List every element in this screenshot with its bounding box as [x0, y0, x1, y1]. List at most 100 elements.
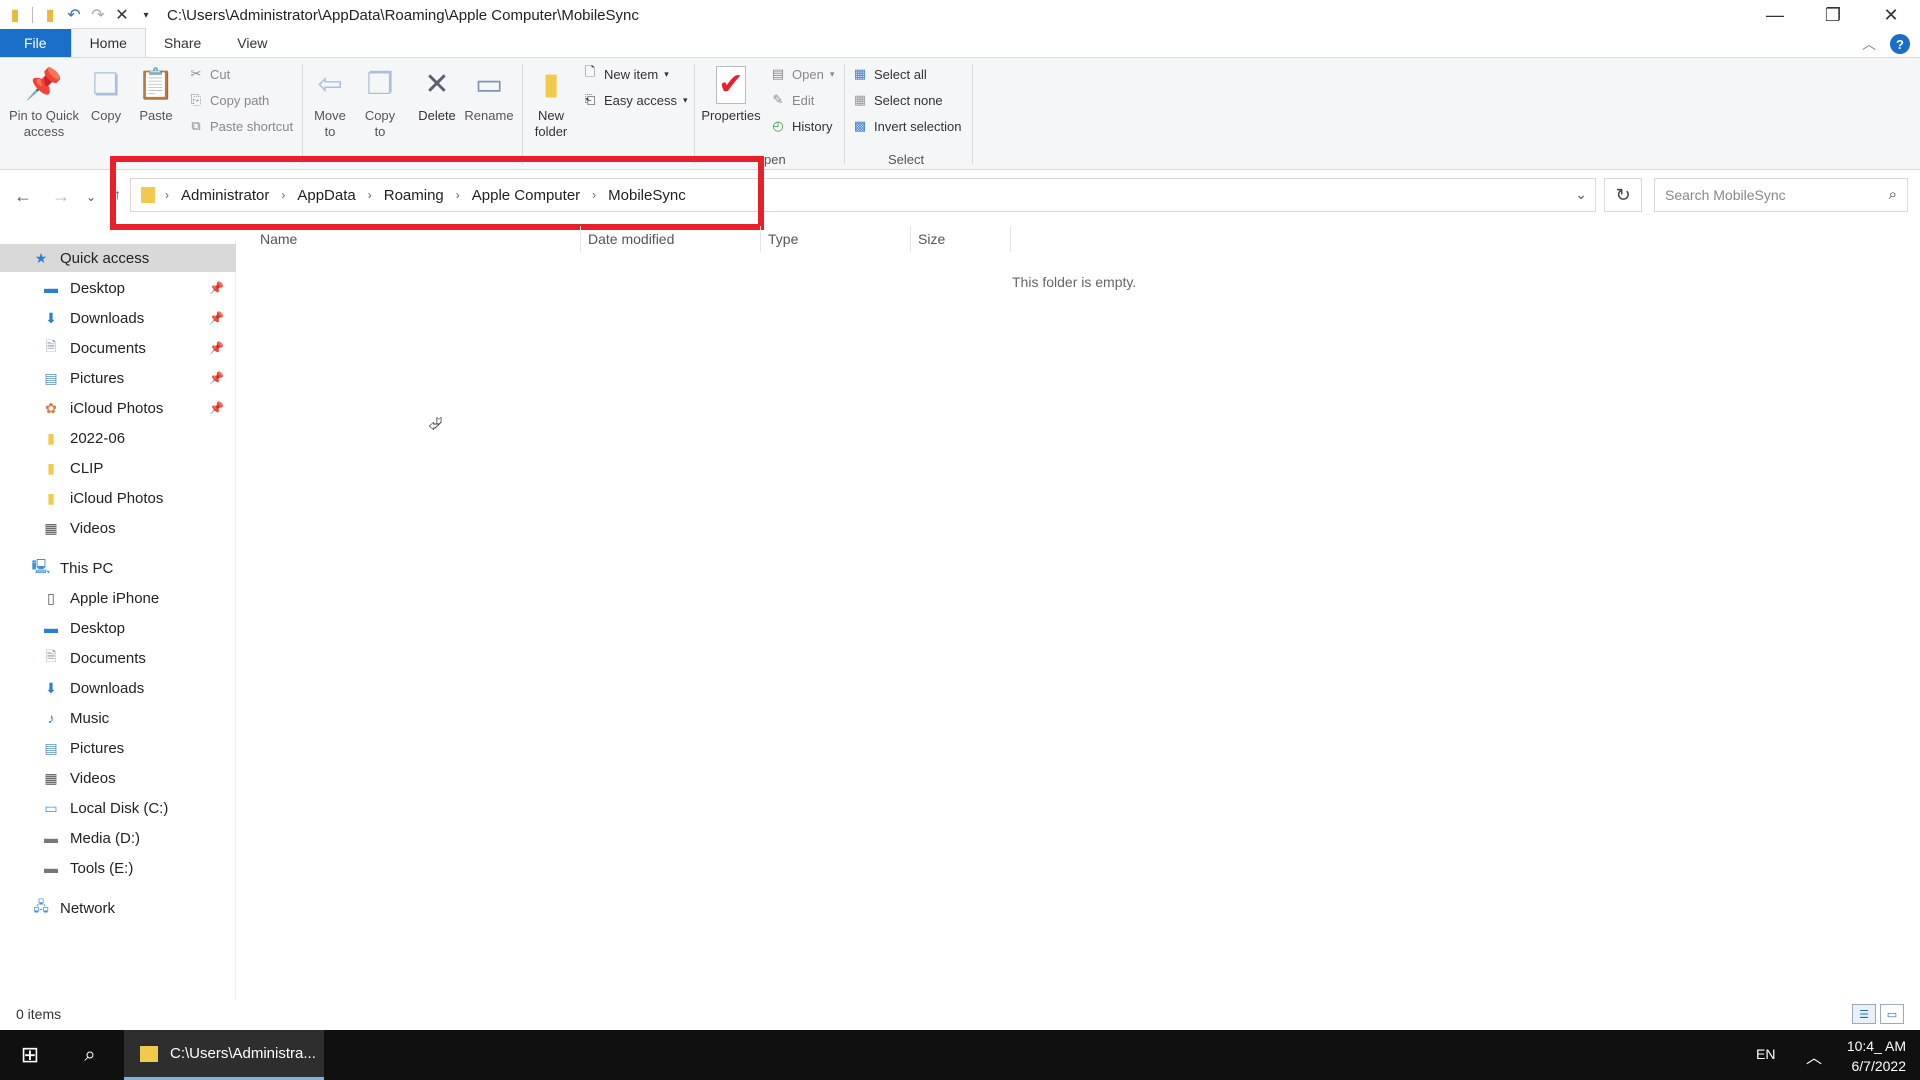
paste-button[interactable]: 📋 Paste: [136, 66, 176, 124]
nav-item[interactable]: ▤ Pictures: [0, 734, 236, 762]
new-folder-label: New folder: [534, 108, 568, 139]
paste-shortcut-button[interactable]: ⧉ Paste shortcut: [188, 118, 293, 134]
minimize-button[interactable]: —: [1746, 0, 1804, 30]
chevron-up-icon[interactable]: ︿: [1806, 1044, 1822, 1068]
nav-item[interactable]: ▮ CLIP: [0, 454, 236, 482]
new-item-button[interactable]: 🗋 New item ▾: [582, 64, 669, 82]
search-input[interactable]: Search MobileSync ⌕: [1654, 178, 1908, 212]
nav-item[interactable]: ▬ Media (D:): [0, 824, 236, 852]
copy-button[interactable]: ❏ Copy: [86, 66, 126, 124]
nav-label: Network: [60, 899, 116, 917]
nav-item[interactable]: ▮ 2022-06: [0, 424, 236, 452]
title-bar: ▮ ▮ ↶ ↷ ✕ ▾ C:\Users\Administrator\AppDa…: [0, 0, 1920, 30]
pin-icon[interactable]: 📌: [209, 281, 224, 295]
column-header-date-modified[interactable]: Date modified: [588, 226, 674, 252]
nav-item[interactable]: 🗎 Documents: [0, 644, 236, 672]
nav-network[interactable]: 🖧 Network: [0, 894, 236, 922]
large-icons-view-icon[interactable]: ▭: [1880, 1004, 1904, 1024]
select-all-button[interactable]: ▦ Select all: [852, 66, 927, 82]
chevron-down-icon[interactable]: ⌄: [1575, 186, 1587, 203]
copy-path-button[interactable]: ⎘ Copy path: [188, 92, 269, 108]
music-icon: ♪: [47, 710, 55, 726]
close-button[interactable]: ✕: [1862, 0, 1920, 30]
nav-item[interactable]: ⬇ Downloads: [0, 674, 236, 702]
taskbar-app-explorer[interactable]: C:\Users\Administra...: [124, 1030, 324, 1080]
search-icon[interactable]: ⌕: [62, 1030, 118, 1080]
nav-quick-access[interactable]: ★ Quick access: [0, 244, 236, 272]
nav-this-pc[interactable]: 🖳 This PC: [0, 554, 236, 582]
nav-item[interactable]: ▮ iCloud Photos: [0, 484, 236, 512]
nav-item[interactable]: ▭ Local Disk (C:): [0, 794, 236, 822]
cut-button[interactable]: ✂ Cut: [188, 66, 231, 82]
redo-icon[interactable]: ↷: [89, 6, 107, 24]
tab-view[interactable]: View: [219, 29, 285, 57]
history-button[interactable]: ◴ History: [770, 118, 832, 134]
back-arrow-icon[interactable]: ←: [14, 186, 32, 207]
nav-item[interactable]: ▬ Desktop 📌: [0, 274, 236, 302]
recent-locations-icon[interactable]: ⌄: [86, 190, 96, 204]
move-to-icon: ⇦: [317, 68, 343, 101]
move-to-button[interactable]: ⇦ Move to: [312, 66, 348, 140]
properties-button[interactable]: ✔ Properties: [700, 66, 762, 124]
column-header-type[interactable]: Type: [768, 226, 798, 252]
rename-button[interactable]: ▭ Rename: [464, 66, 514, 124]
open-button[interactable]: ▤ Open ▾: [770, 66, 835, 82]
invert-selection-button[interactable]: ▩ Invert selection: [852, 118, 962, 134]
maximize-button[interactable]: ❐: [1804, 0, 1862, 30]
pin-icon[interactable]: 📌: [209, 401, 224, 415]
undo-icon[interactable]: ↶: [65, 6, 83, 24]
new-folder-button[interactable]: ▮ New folder: [532, 66, 570, 140]
delete-icon[interactable]: ✕: [113, 6, 131, 24]
pin-icon[interactable]: 📌: [209, 311, 224, 325]
tab-share[interactable]: Share: [146, 29, 219, 57]
folder-icon: ▮: [10, 7, 20, 24]
nav-item[interactable]: ▦ Videos: [0, 514, 236, 542]
tab-home[interactable]: Home: [70, 28, 146, 57]
copy-to-button[interactable]: ❐ Copy to: [362, 66, 398, 140]
customize-dropdown-icon[interactable]: ▾: [137, 6, 155, 24]
nav-item[interactable]: ▬ Tools (E:): [0, 854, 236, 882]
easy-access-button[interactable]: ⎗ Easy access ▾: [582, 92, 688, 108]
forward-arrow-icon[interactable]: →: [52, 186, 70, 207]
collapse-ribbon-icon[interactable]: ︿: [1862, 34, 1876, 54]
system-clock[interactable]: 10:4_ AM 6/7/2022: [1836, 1036, 1906, 1076]
language-indicator[interactable]: EN: [1756, 1046, 1775, 1062]
nav-item[interactable]: ♪ Music: [0, 704, 236, 732]
nav-item-label: Downloads: [70, 679, 145, 697]
properties-icon[interactable]: ▮: [41, 6, 59, 24]
help-icon[interactable]: ?: [1890, 34, 1910, 54]
edit-button[interactable]: ✎ Edit: [770, 92, 815, 108]
delete-button[interactable]: ✕ Delete: [414, 66, 460, 124]
column-header-size[interactable]: Size: [918, 226, 945, 252]
easy-access-label: Easy access: [604, 92, 677, 108]
open-icon: ▤: [771, 66, 785, 81]
nav-item[interactable]: 🗎 Documents 📌: [0, 334, 236, 362]
nav-item[interactable]: ▯ Apple iPhone: [0, 584, 236, 612]
nav-item[interactable]: ▦ Videos: [0, 764, 236, 792]
column-header-name[interactable]: Name: [260, 226, 297, 252]
phone-icon: ▯: [47, 589, 55, 606]
tab-file[interactable]: File: [0, 29, 71, 57]
select-none-button[interactable]: ▦ Select none: [852, 92, 943, 108]
nav-item-label: Tools (E:): [70, 859, 134, 877]
nav-item[interactable]: ▬ Desktop: [0, 614, 236, 642]
pin-icon[interactable]: 📌: [209, 341, 224, 355]
dropdown-arrow-icon: ▾: [682, 94, 688, 105]
refresh-button[interactable]: ↻: [1604, 178, 1642, 212]
details-view-icon[interactable]: ☰: [1852, 1004, 1876, 1024]
navigation-pane[interactable]: ★ Quick access ▬ Desktop 📌 ⬇ Downloads 📌 🗎 Docu…: [0, 240, 236, 1000]
ribbon: 📌 Pin to Quick access ❏ Copy 📋 Paste ✂ Cu…: [0, 58, 1920, 170]
search-icon[interactable]: ⌕: [1889, 186, 1897, 203]
copy-label: Copy: [90, 108, 122, 123]
nav-item-label: Desktop: [70, 619, 126, 637]
nav-item[interactable]: ⬇ Downloads 📌: [0, 304, 236, 332]
computer-icon: 🖳: [31, 558, 51, 574]
divider: [760, 226, 761, 252]
pin-icon[interactable]: 📌: [209, 371, 224, 385]
history-icon: ◴: [772, 118, 784, 133]
view-toggle: ☰ ▭: [1852, 1004, 1904, 1024]
windows-start-icon[interactable]: ⊞: [0, 1030, 60, 1080]
pin-to-quick-access-button[interactable]: 📌 Pin to Quick access: [6, 66, 82, 140]
nav-item[interactable]: ▤ Pictures 📌: [0, 364, 236, 392]
nav-item[interactable]: ✿ iCloud Photos 📌: [0, 394, 236, 422]
